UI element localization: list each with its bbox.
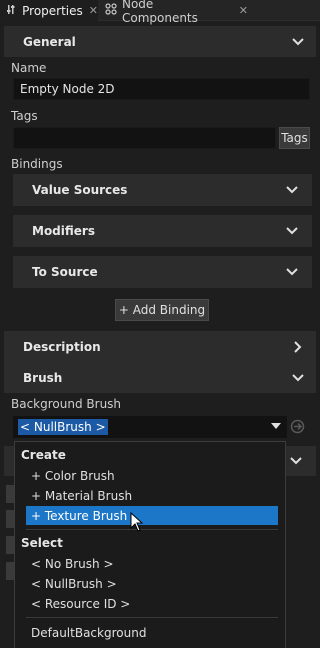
- menu-item-color-brush[interactable]: + Color Brush: [26, 466, 278, 485]
- background-brush-dropdown[interactable]: < NullBrush >: [13, 416, 287, 438]
- close-icon[interactable]: ✕: [89, 4, 98, 17]
- background-brush-value: < NullBrush >: [18, 419, 108, 435]
- value-sources-title: Value Sources: [32, 183, 128, 197]
- mouse-cursor-icon: [130, 511, 144, 535]
- section-description-title: Description: [23, 339, 101, 354]
- select-header: Select: [21, 536, 63, 550]
- chevron-down-icon: [290, 454, 302, 468]
- to-source-title: To Source: [32, 265, 98, 279]
- menu-item-default-background[interactable]: DefaultBackground: [26, 623, 278, 642]
- hidden-button: [6, 536, 14, 554]
- hidden-button: [6, 562, 14, 580]
- chevron-down-icon: [284, 223, 300, 239]
- tab-bar: Properties ✕ Node Components ✕: [0, 0, 320, 25]
- menu-separator: [26, 617, 278, 618]
- tags-label: Tags: [11, 109, 38, 123]
- menu-item-material-brush[interactable]: + Material Brush: [26, 486, 278, 505]
- sliders-icon: [6, 4, 18, 18]
- menu-item-resource-id[interactable]: < Resource ID >: [26, 594, 278, 613]
- name-field[interactable]: Empty Node 2D: [13, 78, 310, 100]
- add-binding-button[interactable]: + Add Binding: [115, 299, 209, 321]
- close-icon[interactable]: ✕: [239, 4, 248, 17]
- menu-item-texture-brush[interactable]: + Texture Brush: [26, 506, 278, 525]
- section-brush-header[interactable]: Brush: [4, 362, 316, 393]
- brush-dropdown-menu: Create + Color Brush + Material Brush + …: [14, 441, 286, 648]
- section-general-header[interactable]: General: [4, 26, 316, 57]
- to-source-header[interactable]: To Source: [13, 256, 312, 288]
- background-brush-label: Background Brush: [11, 397, 122, 411]
- value-sources-header[interactable]: Value Sources: [13, 174, 312, 206]
- section-general-title: General: [23, 34, 76, 49]
- hidden-button: [6, 485, 14, 503]
- menu-item-null-brush[interactable]: < NullBrush >: [26, 574, 278, 593]
- chevron-down-icon: [284, 182, 300, 198]
- modifiers-header[interactable]: Modifiers: [13, 215, 312, 247]
- menu-separator: [26, 529, 278, 530]
- tab-node-components-label: Node Components: [121, 0, 198, 25]
- chevron-down-icon: [290, 370, 306, 386]
- bindings-label: Bindings: [11, 157, 63, 171]
- section-description-header[interactable]: Description: [4, 331, 316, 362]
- components-icon: [104, 3, 118, 18]
- chevron-down-icon: [290, 34, 306, 50]
- create-header: Create: [21, 448, 66, 462]
- tags-field[interactable]: [13, 127, 276, 149]
- reset-arrow-icon[interactable]: [290, 419, 305, 437]
- menu-item-no-brush[interactable]: < No Brush >: [26, 554, 278, 573]
- hidden-button: [6, 510, 14, 528]
- chevron-right-icon: [290, 339, 306, 355]
- tab-node-components[interactable]: Node Components ✕: [98, 0, 248, 25]
- tags-button[interactable]: Tags: [279, 127, 310, 149]
- tab-properties-label: Properties: [22, 3, 83, 18]
- dropdown-arrow-icon: [271, 423, 281, 429]
- section-brush-title: Brush: [23, 370, 63, 385]
- tab-properties[interactable]: Properties ✕: [0, 0, 98, 21]
- name-label: Name: [11, 61, 47, 75]
- modifiers-title: Modifiers: [32, 224, 95, 238]
- chevron-down-icon: [284, 264, 300, 280]
